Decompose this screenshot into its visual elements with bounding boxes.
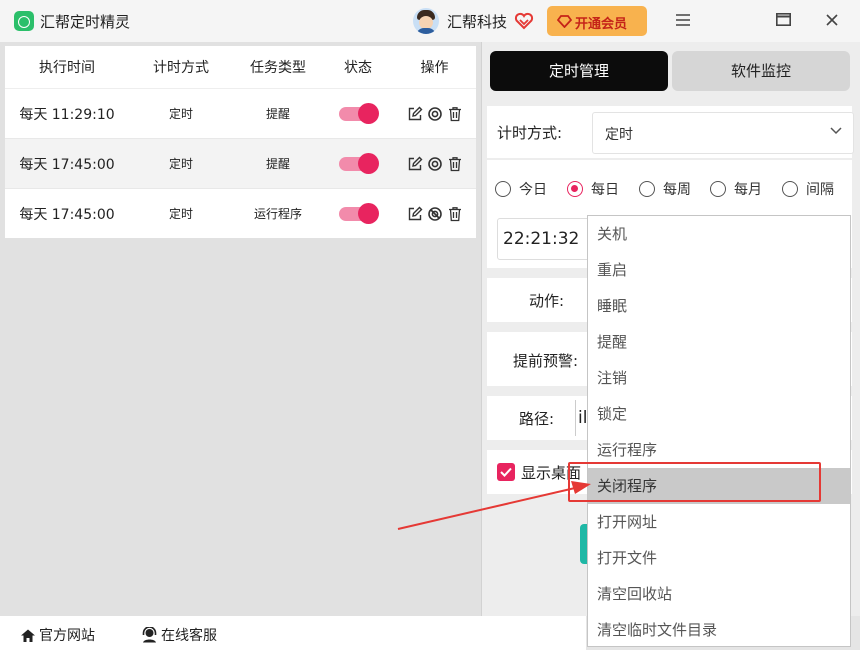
status-toggle[interactable] <box>339 102 379 124</box>
status-toggle[interactable] <box>339 152 379 174</box>
row-mode: 定时 <box>168 107 193 121</box>
mode-select-value: 定时 <box>605 127 633 143</box>
task-list-panel: 执行时间 计时方式 任务类型 状态 操作 每天 11:29:10 定时 提醒 每… <box>0 42 481 616</box>
target-icon[interactable] <box>427 156 443 172</box>
row-type: 提醒 <box>265 107 290 121</box>
support-link-label: 在线客服 <box>161 628 217 644</box>
action-dropdown-menu: 关机 重启 睡眠 提醒 注销 锁定 运行程序 关闭程序 打开网址 打开文件 清空… <box>587 215 851 647</box>
website-link-label: 官方网站 <box>39 628 95 644</box>
user-name[interactable]: 汇帮科技 <box>447 11 507 32</box>
menu-item-clear-temp[interactable]: 清空临时文件目录 <box>588 612 850 648</box>
header-mode: 计时方式 <box>153 60 209 76</box>
warning-label: 提前预警: <box>513 352 579 370</box>
header-actions: 操作 <box>420 60 449 76</box>
header-type: 任务类型 <box>250 60 306 76</box>
check-icon <box>500 467 512 477</box>
menu-item-restart[interactable]: 重启 <box>588 252 850 288</box>
edit-icon[interactable] <box>407 206 423 222</box>
vip-diamond-icon <box>557 15 572 28</box>
menu-item-remind[interactable]: 提醒 <box>588 324 850 360</box>
radio-dot <box>710 181 726 197</box>
app-logo-icon <box>14 11 34 31</box>
table-row[interactable]: 每天 17:45:00 定时 提醒 <box>5 139 476 189</box>
radio-monthly[interactable]: 每月 <box>710 179 762 199</box>
header-status: 状态 <box>344 60 372 76</box>
support-link[interactable]: 在线客服 <box>141 625 217 645</box>
target-off-icon[interactable] <box>427 206 443 222</box>
radio-label: 每月 <box>734 182 762 198</box>
radio-label: 间隔 <box>806 182 834 198</box>
menu-item-open-url[interactable]: 打开网址 <box>588 504 850 540</box>
website-link[interactable]: 官方网站 <box>20 625 95 645</box>
radio-label: 每周 <box>663 182 691 198</box>
path-label: 路径: <box>519 410 555 428</box>
menu-item-lock[interactable]: 锁定 <box>588 396 850 432</box>
maximize-icon[interactable] <box>770 8 796 34</box>
row-time: 每天 11:29:10 <box>19 106 115 123</box>
status-toggle[interactable] <box>339 202 379 224</box>
row-type: 提醒 <box>265 157 290 171</box>
title-bar: 汇帮定时精灵 汇帮科技 开通会员 <box>0 0 860 42</box>
highlight-box <box>568 462 821 502</box>
table-row[interactable]: 每天 17:45:00 定时 运行程序 <box>5 189 476 238</box>
radio-interval[interactable]: 间隔 <box>782 179 834 199</box>
chevron-down-icon <box>830 127 842 135</box>
home-icon <box>21 629 35 642</box>
radio-dot <box>495 181 511 197</box>
app-title: 汇帮定时精灵 <box>40 13 131 31</box>
mode-label: 计时方式: <box>497 124 563 142</box>
radio-dot-checked <box>567 181 583 197</box>
action-label: 动作: <box>529 292 565 310</box>
trash-icon[interactable] <box>447 106 463 122</box>
radio-daily[interactable]: 每日 <box>567 179 619 199</box>
trash-icon[interactable] <box>447 206 463 222</box>
radio-label: 每日 <box>591 182 619 198</box>
radio-today[interactable]: 今日 <box>495 179 547 199</box>
menu-item-logoff[interactable]: 注销 <box>588 360 850 396</box>
vip-heart-icon <box>514 12 534 30</box>
task-table: 执行时间 计时方式 任务类型 状态 操作 每天 11:29:10 定时 提醒 每… <box>5 46 476 238</box>
trash-icon[interactable] <box>447 156 463 172</box>
radio-dot <box>639 181 655 197</box>
tab-monitor[interactable]: 软件监控 <box>672 51 850 91</box>
table-header: 执行时间 计时方式 任务类型 状态 操作 <box>5 46 476 89</box>
tab-schedule[interactable]: 定时管理 <box>490 51 668 91</box>
row-type: 运行程序 <box>253 207 302 221</box>
menu-item-sleep[interactable]: 睡眠 <box>588 288 850 324</box>
menu-item-shutdown[interactable]: 关机 <box>588 216 850 252</box>
row-mode: 定时 <box>168 207 193 221</box>
target-icon[interactable] <box>427 106 443 122</box>
mode-select[interactable]: 定时 <box>592 112 854 154</box>
menu-icon[interactable] <box>670 8 696 34</box>
vip-button-label: 开通会员 <box>575 16 628 31</box>
time-input[interactable]: 22:21:32 <box>497 218 594 260</box>
menu-item-open-file[interactable]: 打开文件 <box>588 540 850 576</box>
radio-weekly[interactable]: 每周 <box>639 179 691 199</box>
vip-button[interactable]: 开通会员 <box>547 6 647 36</box>
row-time: 每天 17:45:00 <box>19 156 115 173</box>
menu-item-empty-recycle-bin[interactable]: 清空回收站 <box>588 576 850 612</box>
headset-icon <box>142 627 157 643</box>
footer-bar: 官方网站 在线客服 <box>0 616 586 650</box>
show-desktop-checkbox[interactable] <box>497 463 515 481</box>
row-mode: 定时 <box>168 157 193 171</box>
table-row[interactable]: 每天 11:29:10 定时 提醒 <box>5 89 476 139</box>
mode-row: 计时方式: 定时 <box>487 106 854 158</box>
edit-icon[interactable] <box>407 106 423 122</box>
header-time: 执行时间 <box>39 60 95 76</box>
user-avatar[interactable] <box>413 8 439 34</box>
radio-label: 今日 <box>519 182 547 198</box>
edit-icon[interactable] <box>407 156 423 172</box>
radio-dot <box>782 181 798 197</box>
close-icon[interactable] <box>819 8 845 34</box>
row-time: 每天 17:45:00 <box>19 206 115 223</box>
